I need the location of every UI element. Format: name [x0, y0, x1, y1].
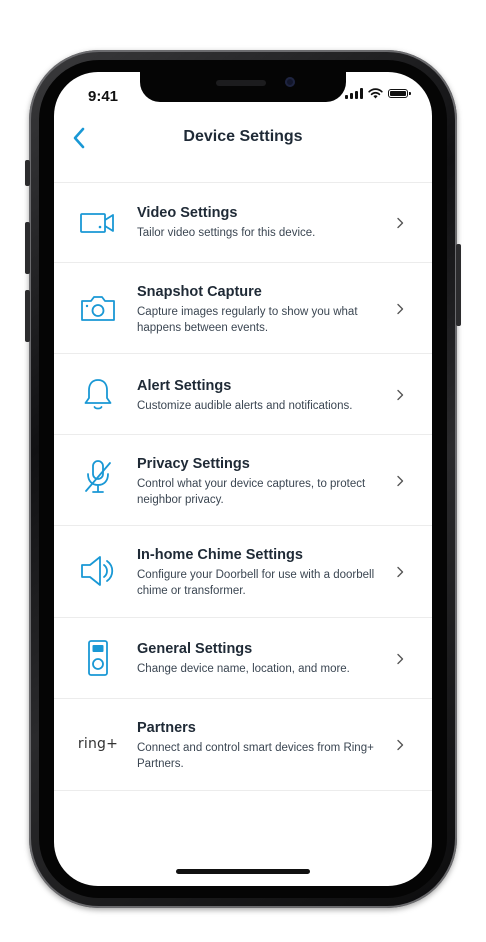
settings-row-partners[interactable]: ring+ Partners Connect and control smart…	[54, 699, 432, 791]
home-indicator[interactable]	[176, 869, 310, 874]
bell-icon	[78, 374, 118, 414]
row-title: Partners	[137, 720, 196, 736]
settings-row-chime[interactable]: In-home Chime Settings Configure your Do…	[54, 526, 432, 618]
settings-list: Video Settings Tailor video settings for…	[54, 182, 432, 791]
video-camera-icon	[78, 203, 118, 243]
earpiece-speaker	[216, 80, 266, 86]
row-title: Snapshot Capture	[137, 284, 262, 300]
row-text: In-home Chime Settings Configure your Do…	[137, 546, 386, 599]
settings-row-privacy[interactable]: Privacy Settings Control what your devic…	[54, 435, 432, 526]
microphone-off-icon	[78, 457, 118, 497]
row-title: In-home Chime Settings	[137, 547, 303, 563]
marketing-stage: 9:41 Device Settings Video Settings Tail…	[0, 0, 486, 942]
chevron-right-icon	[397, 303, 404, 315]
speaker-icon	[78, 551, 118, 591]
chevron-right-icon	[397, 739, 404, 751]
row-title: Alert Settings	[137, 378, 232, 394]
row-title: Privacy Settings	[137, 456, 250, 472]
row-text: Partners Connect and control smart devic…	[137, 719, 386, 772]
notch	[140, 72, 346, 102]
mute-switch	[25, 160, 30, 186]
chevron-right-icon	[397, 653, 404, 665]
doorbell-device-icon	[78, 638, 118, 678]
settings-row-alert[interactable]: Alert Settings Customize audible alerts …	[54, 354, 432, 435]
status-icons	[345, 88, 411, 99]
phone-screen: 9:41 Device Settings Video Settings Tail…	[54, 72, 432, 886]
cellular-signal-icon	[345, 88, 363, 99]
settings-row-snapshot[interactable]: Snapshot Capture Capture images regularl…	[54, 263, 432, 354]
nav-bar: Device Settings	[54, 116, 432, 160]
row-description: Configure your Doorbell for use with a d…	[137, 569, 375, 597]
camera-icon	[78, 288, 118, 328]
volume-up-button	[25, 222, 30, 274]
status-time: 9:41	[88, 88, 119, 105]
chevron-right-icon	[397, 217, 404, 229]
settings-row-video[interactable]: Video Settings Tailor video settings for…	[54, 183, 432, 263]
chevron-right-icon	[397, 566, 404, 578]
settings-row-general[interactable]: General Settings Change device name, loc…	[54, 618, 432, 699]
row-description: Control what your device captures, to pr…	[137, 478, 366, 506]
ring-plus-logo-text: ring+	[77, 736, 119, 752]
row-title: General Settings	[137, 641, 253, 657]
row-title: Video Settings	[137, 205, 238, 221]
ring-plus-logo: ring+	[76, 724, 120, 764]
power-button	[456, 244, 461, 326]
row-text: General Settings Change device name, loc…	[137, 640, 386, 678]
row-description: Change device name, location, and more.	[137, 663, 350, 675]
row-description: Customize audible alerts and notificatio…	[137, 400, 353, 412]
front-camera	[285, 77, 295, 87]
row-text: Snapshot Capture Capture images regularl…	[137, 283, 386, 336]
page-title: Device Settings	[183, 128, 303, 145]
chevron-right-icon	[397, 475, 404, 487]
volume-down-button	[25, 290, 30, 342]
row-text: Privacy Settings Control what your devic…	[137, 455, 386, 508]
chevron-right-icon	[397, 389, 404, 401]
row-description: Tailor video settings for this device.	[137, 227, 316, 239]
row-text: Alert Settings Customize audible alerts …	[137, 377, 386, 415]
wifi-icon	[368, 88, 383, 99]
row-description: Connect and control smart devices from R…	[137, 742, 374, 770]
row-text: Video Settings Tailor video settings for…	[137, 204, 386, 242]
row-description: Capture images regularly to show you wha…	[137, 306, 358, 334]
battery-icon	[388, 89, 411, 98]
